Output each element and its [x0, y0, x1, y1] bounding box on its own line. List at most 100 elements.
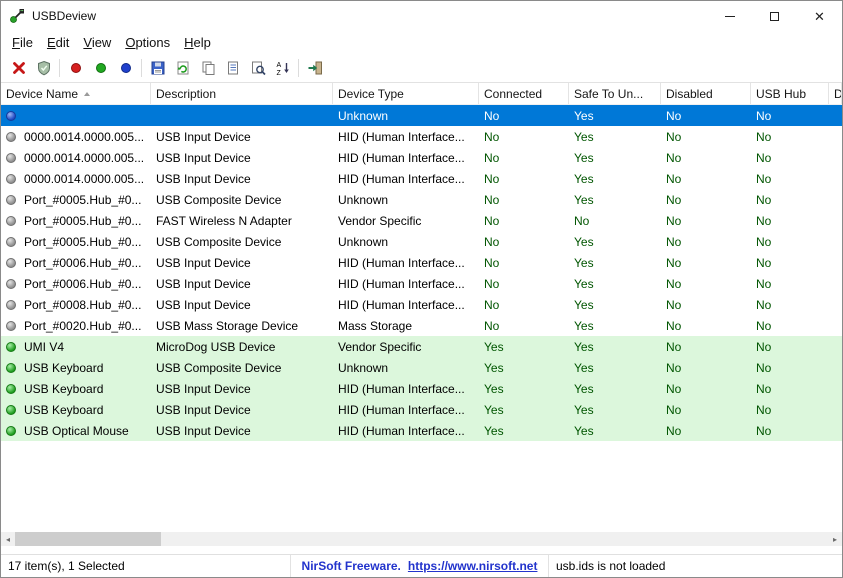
table-row[interactable]: Port_#0008.Hub_#0...USB Input DeviceHID … [1, 294, 842, 315]
red-dot-icon [68, 60, 84, 76]
green-filter-button[interactable] [88, 57, 113, 80]
usb-hub-cell: No [751, 256, 829, 270]
device-type-cell: Unknown [333, 235, 479, 249]
menu-view[interactable]: View [76, 33, 118, 53]
maximize-button[interactable] [752, 1, 797, 31]
sort-button[interactable]: A Z [270, 57, 295, 80]
device-status-icon [6, 174, 16, 184]
shield-icon [36, 60, 52, 76]
table-row[interactable]: Port_#0006.Hub_#0...USB Input DeviceHID … [1, 252, 842, 273]
device-status-icon [6, 363, 16, 373]
table-row[interactable]: Port_#0005.Hub_#0...USB Composite Device… [1, 189, 842, 210]
find-icon [250, 60, 266, 76]
device-status-icon [6, 153, 16, 163]
description-cell: USB Input Device [151, 256, 333, 270]
nirsoft-link[interactable]: https://www.nirsoft.net [408, 559, 538, 573]
copy-button[interactable] [195, 57, 220, 80]
table-row[interactable]: 0000.0014.0000.005...USB Input DeviceHID… [1, 168, 842, 189]
table-row[interactable]: Port_#0020.Hub_#0...USB Mass Storage Dev… [1, 315, 842, 336]
toolbar: A Z [1, 54, 842, 83]
menu-options[interactable]: Options [118, 33, 177, 53]
disabled-cell: No [661, 256, 751, 270]
column-header-description[interactable]: Description [151, 83, 333, 104]
device-name-text: Port_#0005.Hub_#0... [24, 193, 141, 207]
column-header-drive[interactable]: D [829, 83, 842, 104]
device-table-body: UnknownNoYesNoNo0000.0014.0000.005...USB… [1, 105, 842, 532]
properties-button[interactable] [220, 57, 245, 80]
safe-to-unplug-cell: Yes [569, 361, 661, 375]
device-name-text: Port_#0005.Hub_#0... [24, 214, 141, 228]
menu-edit[interactable]: Edit [40, 33, 76, 53]
device-list: Device Name Description Device Type Conn… [1, 83, 842, 554]
horizontal-scrollbar[interactable]: ◂ ▸ [1, 532, 842, 546]
status-item-count: 17 item(s), 1 Selected [1, 555, 291, 577]
sort-ascending-icon [84, 92, 90, 96]
connected-cell: No [479, 109, 569, 123]
table-row[interactable]: UMI V4MicroDog USB DeviceVendor Specific… [1, 336, 842, 357]
table-row[interactable]: 0000.0014.0000.005...USB Input DeviceHID… [1, 147, 842, 168]
refresh-button[interactable] [170, 57, 195, 80]
disabled-cell: No [661, 298, 751, 312]
exit-button[interactable] [302, 57, 327, 80]
menu-help[interactable]: Help [177, 33, 218, 53]
column-label: Description [156, 87, 216, 101]
maximize-icon [770, 12, 779, 21]
table-row[interactable]: Port_#0006.Hub_#0...USB Input DeviceHID … [1, 273, 842, 294]
device-name-text: 0000.0014.0000.005... [24, 172, 144, 186]
column-header-safe-to-unplug[interactable]: Safe To Un... [569, 83, 661, 104]
disabled-cell: No [661, 214, 751, 228]
table-row[interactable]: Port_#0005.Hub_#0... FAST Wireless N Adap… [1, 210, 842, 231]
blue-filter-button[interactable] [113, 57, 138, 80]
table-row[interactable]: 0000.0014.0000.005...USB Input DeviceHID… [1, 126, 842, 147]
save-button[interactable] [145, 57, 170, 80]
scroll-right-button[interactable]: ▸ [828, 532, 842, 546]
device-type-cell: HID (Human Interface... [333, 403, 479, 417]
column-header-device-name[interactable]: Device Name [1, 83, 151, 104]
red-filter-button[interactable] [63, 57, 88, 80]
safe-to-unplug-cell: Yes [569, 277, 661, 291]
device-name-cell: USB Keyboard [1, 382, 151, 396]
usb-hub-cell: No [751, 235, 829, 249]
disabled-cell: No [661, 424, 751, 438]
safe-to-unplug-cell: Yes [569, 256, 661, 270]
connected-cell: No [479, 298, 569, 312]
table-row[interactable]: USB Optical MouseUSB Input DeviceHID (Hu… [1, 420, 842, 441]
table-row[interactable]: USB KeyboardUSB Input DeviceHID (Human I… [1, 399, 842, 420]
scroll-left-button[interactable]: ◂ [1, 532, 15, 546]
disabled-cell: No [661, 235, 751, 249]
scroll-track[interactable] [15, 532, 828, 546]
column-header-device-type[interactable]: Device Type [333, 83, 479, 104]
device-status-icon [6, 405, 16, 415]
device-name-text: USB Keyboard [24, 403, 103, 417]
device-name-cell: UMI V4 [1, 340, 151, 354]
uninstall-device-button[interactable] [6, 57, 31, 80]
column-label: Connected [484, 87, 542, 101]
minimize-button[interactable] [707, 1, 752, 31]
menu-file[interactable]: File [5, 33, 40, 53]
disabled-cell: No [661, 172, 751, 186]
device-name-text: Port_#0006.Hub_#0... [24, 256, 141, 270]
column-header-usb-hub[interactable]: USB Hub [751, 83, 829, 104]
close-icon: ✕ [814, 10, 825, 23]
safe-to-unplug-cell: Yes [569, 382, 661, 396]
column-header-connected[interactable]: Connected [479, 83, 569, 104]
table-row[interactable]: UnknownNoYesNoNo [1, 105, 842, 126]
column-label: Safe To Un... [574, 87, 643, 101]
toolbar-separator [59, 59, 60, 77]
table-row[interactable]: USB KeyboardUSB Composite DeviceUnknownY… [1, 357, 842, 378]
save-icon [150, 60, 166, 76]
column-header-disabled[interactable]: Disabled [661, 83, 751, 104]
safe-to-unplug-cell: Yes [569, 319, 661, 333]
table-row[interactable]: USB KeyboardUSB Input DeviceHID (Human I… [1, 378, 842, 399]
scroll-thumb[interactable] [15, 532, 161, 546]
device-name-cell: Port_#0008.Hub_#0... [1, 298, 151, 312]
disabled-cell: No [661, 361, 751, 375]
connected-cell: No [479, 193, 569, 207]
device-type-cell: Unknown [333, 109, 479, 123]
find-button[interactable] [245, 57, 270, 80]
close-button[interactable]: ✕ [797, 1, 842, 31]
toolbar-separator [141, 59, 142, 77]
description-cell: FAST Wireless N Adapter [151, 214, 333, 228]
table-row[interactable]: Port_#0005.Hub_#0...USB Composite Device… [1, 231, 842, 252]
protect-device-button[interactable] [31, 57, 56, 80]
